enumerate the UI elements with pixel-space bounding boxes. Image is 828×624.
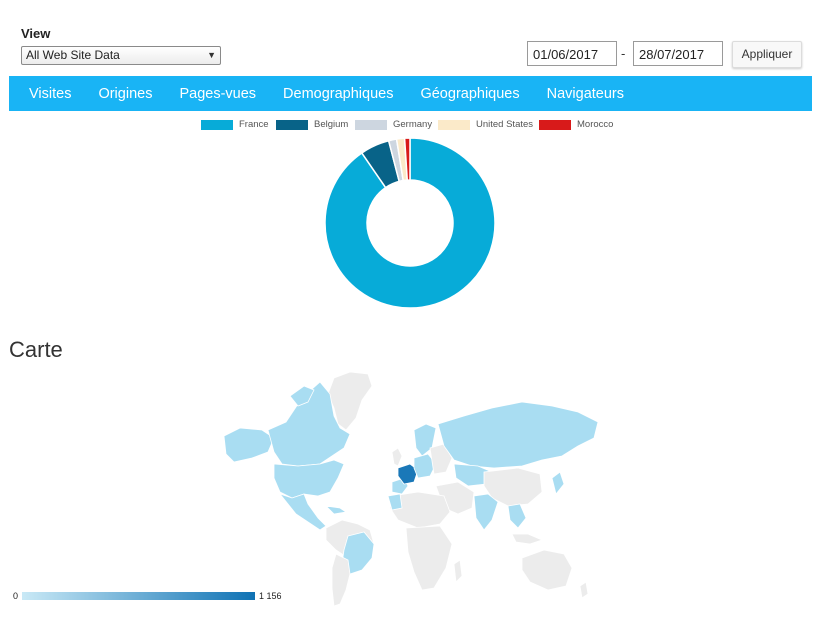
map-region-alaska[interactable] <box>223 427 275 463</box>
map-region-south-america-south[interactable] <box>331 553 351 607</box>
map-region-russia[interactable] <box>437 401 599 469</box>
tab-navigateurs[interactable]: Navigateurs <box>547 86 624 102</box>
map-region-uk[interactable] <box>391 447 403 467</box>
map-region-caribbean[interactable] <box>324 505 348 515</box>
date-separator: - <box>621 46 626 61</box>
tab-pages-vues[interactable]: Pages-vues <box>179 86 256 102</box>
legend-label: Morocco <box>577 119 614 130</box>
map-region-south-africa[interactable] <box>405 525 453 591</box>
legend-label: France <box>239 119 269 130</box>
map-region-india[interactable] <box>473 493 499 531</box>
chevron-down-icon: ▼ <box>207 50 216 60</box>
legend-item[interactable]: France <box>201 119 269 130</box>
map-title: Carte <box>9 337 63 362</box>
legend-item[interactable]: United States <box>438 119 533 130</box>
map-region-australia[interactable] <box>521 549 573 591</box>
map-region-usa[interactable] <box>273 459 345 499</box>
donut-chart <box>324 137 496 309</box>
map-region-madagascar[interactable] <box>453 559 463 583</box>
tab-demographiques[interactable]: Demographiques <box>283 86 393 102</box>
legend-item[interactable]: Belgium <box>276 119 348 130</box>
legend-item[interactable]: Germany <box>355 119 432 130</box>
legend-label: Germany <box>393 119 433 130</box>
date-from-field[interactable]: 01/06/2017 <box>527 41 617 66</box>
legend-label: Belgium <box>314 119 349 130</box>
map-region-mexico[interactable] <box>278 493 327 531</box>
legend-swatch <box>355 119 387 130</box>
scale-max-label: 1 156 <box>259 591 282 601</box>
view-select-value: All Web Site Data <box>26 48 120 62</box>
color-scale-bar <box>22 592 255 600</box>
legend-item[interactable]: Morocco <box>539 119 613 130</box>
view-label: View <box>21 26 51 41</box>
map-region-indonesia[interactable] <box>511 533 544 545</box>
legend-label: United States <box>476 119 534 130</box>
nav-bar: Visites Origines Pages-vues Demographiqu… <box>9 76 812 111</box>
legend-swatch <box>201 119 233 130</box>
tab-origines[interactable]: Origines <box>98 86 152 102</box>
legend-swatch <box>539 119 571 130</box>
date-to-field[interactable]: 28/07/2017 <box>633 41 723 66</box>
tab-visites[interactable]: Visites <box>29 86 71 102</box>
apply-button[interactable]: Appliquer <box>732 41 802 68</box>
map-region-southeast-asia[interactable] <box>507 503 527 529</box>
legend-swatch <box>438 119 470 130</box>
world-map <box>223 371 599 607</box>
scale-min-label: 0 <box>13 591 19 601</box>
map-region-japan[interactable] <box>551 471 565 495</box>
legend-swatch <box>276 119 308 130</box>
chart-legend: France Belgium Germany United States Morocco <box>0 119 828 131</box>
tab-geographiques[interactable]: Géographiques <box>420 86 519 102</box>
map-region-new-zealand[interactable] <box>579 581 589 599</box>
view-select[interactable]: All Web Site Data ▼ <box>21 46 221 65</box>
